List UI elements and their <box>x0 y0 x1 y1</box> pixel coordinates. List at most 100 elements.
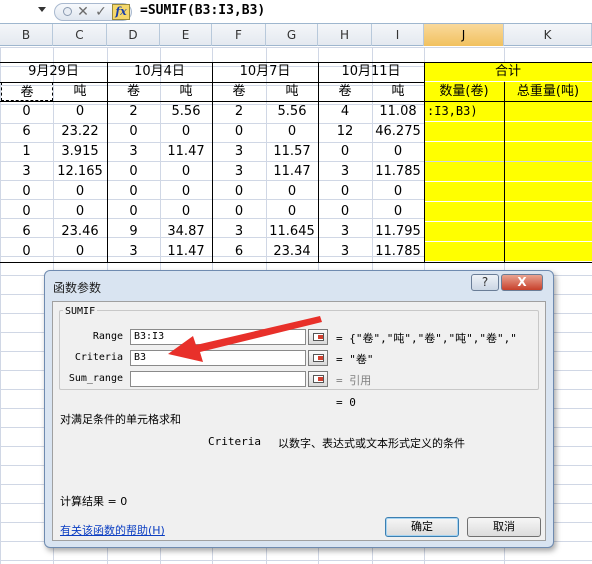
range-collapse-icon[interactable] <box>308 329 328 345</box>
date-header-2[interactable]: 10月4日 <box>107 62 212 81</box>
cell-k-row5[interactable] <box>504 182 592 201</box>
cell-e-row2[interactable]: 0 <box>160 122 212 141</box>
cell-c-row8[interactable]: 0 <box>53 242 107 261</box>
cell-h-row2[interactable]: 12 <box>318 122 372 141</box>
column-header-b[interactable]: B <box>0 24 53 46</box>
cell-i-row5[interactable]: 0 <box>372 182 424 201</box>
cell-b-row3[interactable]: 1 <box>0 142 53 161</box>
cell-c-row1[interactable]: 0 <box>53 102 107 121</box>
criteria-input[interactable]: B3 <box>130 350 306 366</box>
column-header-c[interactable]: C <box>53 24 107 46</box>
cell-f-row7[interactable]: 3 <box>212 222 266 241</box>
cell-b-row4[interactable]: 3 <box>0 162 53 181</box>
cell-i-row8[interactable]: 11.785 <box>372 242 424 261</box>
column-header-e[interactable]: E <box>160 24 212 46</box>
cell-j-row8[interactable] <box>424 242 504 261</box>
total-header[interactable]: 合计 <box>424 62 592 81</box>
cell-f-row6[interactable]: 0 <box>212 202 266 221</box>
cell-i-row7[interactable]: 11.795 <box>372 222 424 241</box>
cell-k-row1[interactable] <box>504 102 592 121</box>
column-header-h[interactable]: H <box>318 24 372 46</box>
cell-c-row4[interactable]: 12.165 <box>53 162 107 181</box>
cell-g-row1[interactable]: 5.56 <box>266 102 318 121</box>
name-box-dropdown-icon[interactable] <box>38 7 46 12</box>
cell-d-row3[interactable]: 3 <box>107 142 160 161</box>
cell-c-row2[interactable]: 23.22 <box>53 122 107 141</box>
cell-h-row7[interactable]: 3 <box>318 222 372 241</box>
cell-b-row8[interactable]: 0 <box>0 242 53 261</box>
cell-e-row4[interactable]: 0 <box>160 162 212 181</box>
x-icon[interactable]: ✕ <box>75 4 91 20</box>
cell-c-row3[interactable]: 3.915 <box>53 142 107 161</box>
cell-j-row4[interactable] <box>424 162 504 181</box>
cell-g-row8[interactable]: 23.34 <box>266 242 318 261</box>
column-header-g[interactable]: G <box>266 24 318 46</box>
date-header-4[interactable]: 10月11日 <box>318 62 424 81</box>
cell-b-row5[interactable]: 0 <box>0 182 53 201</box>
column-header-f[interactable]: F <box>212 24 266 46</box>
cell-e-row3[interactable]: 11.47 <box>160 142 212 161</box>
cell-e-row7[interactable]: 34.87 <box>160 222 212 241</box>
cell-j-row3[interactable] <box>424 142 504 161</box>
cell-j-row5[interactable] <box>424 182 504 201</box>
unit-cell-b[interactable]: 卷 <box>1 82 53 101</box>
cell-b-row2[interactable]: 6 <box>0 122 53 141</box>
active-cell-j[interactable]: :I3,B3) <box>424 102 504 121</box>
cell-i-row2[interactable]: 46.275 <box>372 122 424 141</box>
cell-g-row3[interactable]: 11.57 <box>266 142 318 161</box>
range-input[interactable]: B3:I3 <box>130 329 306 345</box>
close-button[interactable]: X <box>501 274 543 291</box>
cell-f-row1[interactable]: 2 <box>212 102 266 121</box>
cell-d-row1[interactable]: 2 <box>107 102 160 121</box>
sum-range-input[interactable] <box>130 371 306 387</box>
cell-d-row2[interactable]: 0 <box>107 122 160 141</box>
unit-cell-c[interactable]: 吨 <box>53 82 107 101</box>
cell-e-row1[interactable]: 5.56 <box>160 102 212 121</box>
cell-g-row6[interactable]: 0 <box>266 202 318 221</box>
cell-f-row4[interactable]: 3 <box>212 162 266 181</box>
cell-d-row6[interactable]: 0 <box>107 202 160 221</box>
cell-d-row8[interactable]: 3 <box>107 242 160 261</box>
cell-h-row1[interactable]: 4 <box>318 102 372 121</box>
unit-cell-d[interactable]: 卷 <box>107 82 160 101</box>
cell-c-row5[interactable]: 0 <box>53 182 107 201</box>
unit-cell-f[interactable]: 卷 <box>212 82 266 101</box>
cell-b-row6[interactable]: 0 <box>0 202 53 221</box>
cell-e-row5[interactable]: 0 <box>160 182 212 201</box>
cell-d-row5[interactable]: 0 <box>107 182 160 201</box>
cell-c-row6[interactable]: 0 <box>53 202 107 221</box>
cell-i-row3[interactable]: 0 <box>372 142 424 161</box>
cell-e-row8[interactable]: 11.47 <box>160 242 212 261</box>
cell-h-row4[interactable]: 3 <box>318 162 372 181</box>
cell-k-row3[interactable] <box>504 142 592 161</box>
column-header-k[interactable]: K <box>504 24 592 46</box>
cell-k-row4[interactable] <box>504 162 592 181</box>
cell-k-row8[interactable] <box>504 242 592 261</box>
cell-f-row2[interactable]: 0 <box>212 122 266 141</box>
date-header-3[interactable]: 10月7日 <box>212 62 318 81</box>
cell-i-row4[interactable]: 11.785 <box>372 162 424 181</box>
cell-i-row6[interactable]: 0 <box>372 202 424 221</box>
unit-cell-e[interactable]: 吨 <box>160 82 212 101</box>
cell-h-row3[interactable]: 0 <box>318 142 372 161</box>
cell-h-row6[interactable]: 0 <box>318 202 372 221</box>
cell-b-row7[interactable]: 6 <box>0 222 53 241</box>
cell-d-row4[interactable]: 0 <box>107 162 160 181</box>
cell-g-row2[interactable]: 0 <box>266 122 318 141</box>
unit-cell-g[interactable]: 吨 <box>266 82 318 101</box>
unit-cell-i[interactable]: 吨 <box>372 82 424 101</box>
cell-g-row7[interactable]: 11.645 <box>266 222 318 241</box>
unit-cell-h[interactable]: 卷 <box>318 82 372 101</box>
cell-g-row5[interactable]: 0 <box>266 182 318 201</box>
cell-f-row8[interactable]: 6 <box>212 242 266 261</box>
cell-h-row8[interactable]: 3 <box>318 242 372 261</box>
formula-input[interactable]: =SUMIF(B3:I3,B3) <box>140 3 265 18</box>
cell-i-row1[interactable]: 11.08 <box>372 102 424 121</box>
cancel-button[interactable]: 取消 <box>467 517 541 537</box>
cell-f-row3[interactable]: 3 <box>212 142 266 161</box>
cell-j-row7[interactable] <box>424 222 504 241</box>
cell-k-row7[interactable] <box>504 222 592 241</box>
column-header-i[interactable]: I <box>372 24 424 46</box>
ok-button[interactable]: 确定 <box>385 517 459 537</box>
cell-k-row2[interactable] <box>504 122 592 141</box>
